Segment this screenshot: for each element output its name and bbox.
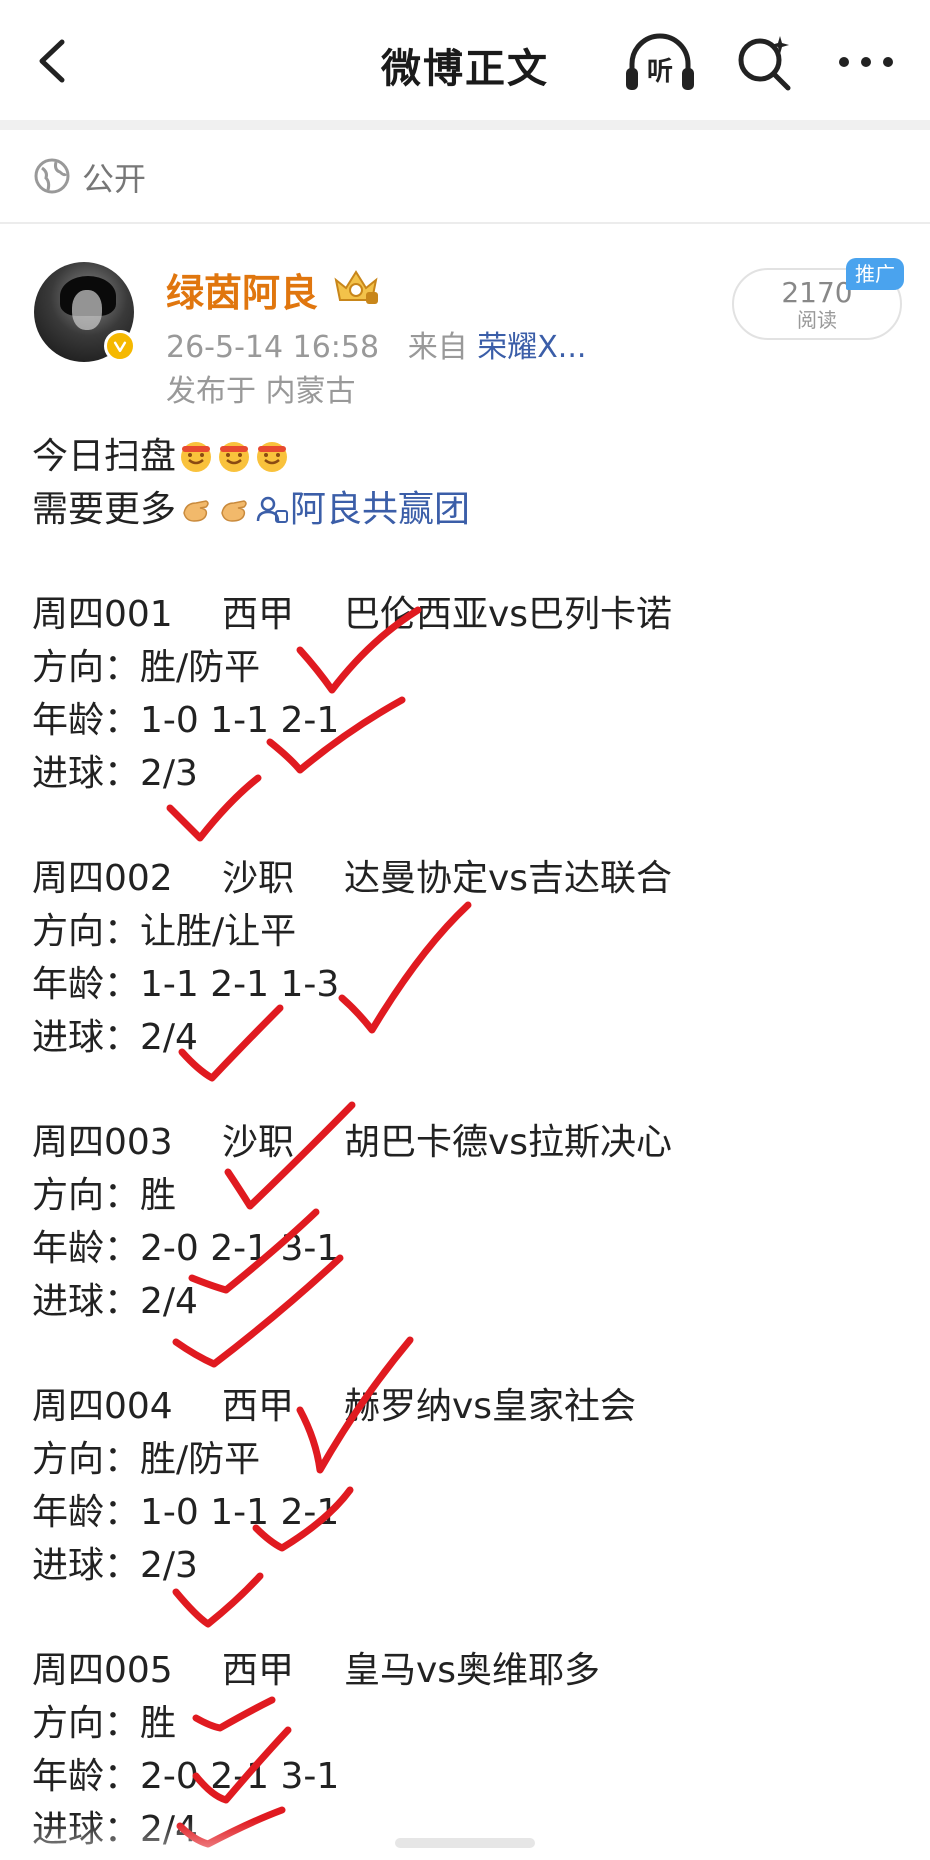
more-icon[interactable] [836, 52, 896, 72]
match-header: 周四003 沙职 胡巴卡德vs拉斯决心 [32, 1116, 912, 1169]
match-direction: 方向：胜 [32, 1175, 177, 1216]
match-field: 沙职 [222, 858, 295, 899]
watermark-dots [395, 1838, 535, 1848]
emoji-icon [221, 500, 247, 522]
match-age: 年龄：2-0 2-1 3-1 [32, 1228, 340, 1269]
globe-icon [34, 158, 70, 194]
match-header: 周四001 西甲 巴伦西亚vs巴列卡诺 [32, 588, 912, 641]
match-field: 沙职 [222, 1122, 295, 1163]
match-header: 周四002 沙职 达曼协定vs吉达联合 [32, 852, 912, 905]
promote-badge[interactable]: 推广 [846, 258, 904, 290]
match-direction: 方向：胜 [32, 1703, 177, 1744]
match-field: 赫罗纳vs皇家社会 [344, 1386, 637, 1427]
divider [0, 222, 930, 224]
match-age: 年龄：1-0 1-1 2-1 [32, 1492, 340, 1533]
match-direction: 方向：胜/防平 [32, 647, 261, 688]
post-meta: 26-5-14 16:58 来自 荣耀X... [166, 322, 586, 366]
match-age: 年龄：1-1 2-1 1-3 [32, 964, 340, 1005]
match-age: 年龄：1-0 1-1 2-1 [32, 700, 340, 741]
match-goals: 进球：2/3 [32, 753, 198, 794]
match-goals: 进球：2/4 [32, 1281, 198, 1322]
crown-badge-icon[interactable] [332, 266, 380, 306]
match-field: 西甲 [222, 594, 295, 635]
match-field: 皇马vs奥维耶多 [344, 1650, 601, 1691]
post-location: 发布于 内蒙古 [166, 374, 356, 409]
emoji-icon [183, 500, 209, 522]
post-time: 26-5-14 16:58 [166, 330, 380, 365]
match-goals: 进球：2/3 [32, 1545, 198, 1586]
match-age: 年龄：2-0 2-1 3-1 [32, 1756, 340, 1797]
read-label: 阅读 [797, 308, 837, 332]
post-body: 今日扫盘 需要更多 阿良共赢团 周四001 西甲 巴伦西亚vs巴列卡诺 方向：胜/防平… [32, 430, 912, 1856]
author-name[interactable]: 绿茵阿良 [166, 262, 318, 317]
match-field: 西甲 [222, 1386, 295, 1427]
intro-text-2: 需要更多 [32, 489, 177, 530]
listen-icon[interactable]: 听 [622, 30, 698, 94]
match-goals: 进球：2/4 [32, 1017, 198, 1058]
intro-line-1: 今日扫盘 [32, 430, 912, 483]
match-field: 西甲 [222, 1650, 295, 1691]
intro-line-2: 需要更多 阿良共赢团 [32, 483, 912, 536]
verified-icon [104, 330, 136, 362]
emoji-icon [219, 442, 250, 472]
match-field: 胡巴卡德vs拉斯决心 [344, 1122, 673, 1163]
match-field: 周四002 [32, 858, 173, 899]
match-field: 达曼协定vs吉达联合 [344, 858, 673, 899]
match-field: 周四005 [32, 1650, 173, 1691]
match-field: 巴伦西亚vs巴列卡诺 [344, 594, 673, 635]
emoji-icon [257, 442, 288, 472]
from-label: 来自 [407, 330, 468, 365]
match-field: 周四004 [32, 1386, 173, 1427]
device-link[interactable]: 荣耀X... [477, 330, 586, 365]
visibility-row: 公开 [0, 130, 930, 222]
intro-text-1: 今日扫盘 [32, 436, 177, 477]
listen-label: 听 [647, 57, 673, 87]
top-bar: 微博正文 听 [0, 0, 930, 120]
match-direction: 方向：让胜/让平 [32, 911, 297, 952]
group-icon [256, 496, 289, 523]
visibility-label: 公开 [82, 160, 147, 198]
match-field: 周四001 [32, 594, 173, 635]
match-header: 周四004 西甲 赫罗纳vs皇家社会 [32, 1380, 912, 1433]
match-direction: 方向：胜/防平 [32, 1439, 261, 1480]
emoji-icon [181, 442, 212, 472]
group-link[interactable]: 阿良共赢团 [290, 489, 470, 530]
match-header: 周四005 西甲 皇马vs奥维耶多 [32, 1644, 912, 1697]
ai-search-icon[interactable] [734, 32, 794, 92]
match-field: 周四003 [32, 1122, 173, 1163]
header-divider [0, 120, 930, 130]
